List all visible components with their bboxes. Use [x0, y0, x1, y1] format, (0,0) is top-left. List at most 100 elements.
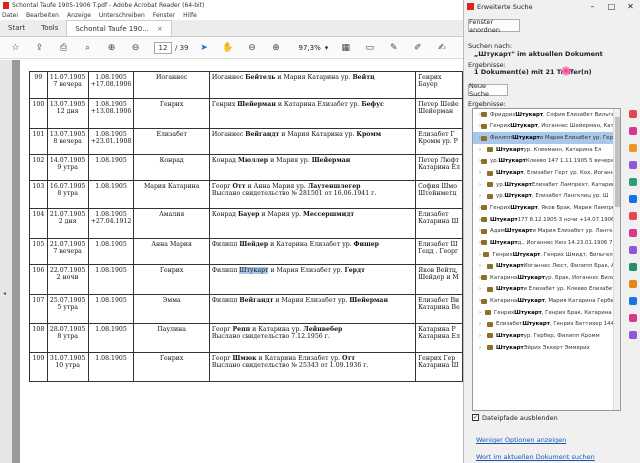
scroll-thumb[interactable]: [615, 117, 620, 207]
tab-document[interactable]: Schontal Taufe 190... ×: [66, 20, 172, 36]
tool-icon[interactable]: [629, 195, 637, 203]
search-result-item[interactable]: › Катарина Штукарт , Мария Катарина Гербе…: [473, 295, 620, 307]
parents: Конрад Мюллер и Мария ур. Шейерман: [208, 154, 417, 181]
arrange-windows-button[interactable]: Fenster anordnen: [468, 18, 520, 34]
pen-icon[interactable]: ✎: [388, 42, 399, 53]
tool-icon[interactable]: [629, 297, 637, 305]
document-viewport[interactable]: ◂ 99 11.07.1905 7 вечера 1.08.1905 +17.08.19…: [0, 60, 463, 463]
search-result-item[interactable]: › Катарина Штукарт ур. Брак, Иоганнес Вил…: [473, 272, 620, 284]
highlight-icon[interactable]: ✐: [412, 42, 423, 53]
tool-icon[interactable]: [629, 144, 637, 152]
baptism-date: 1.08.1905: [87, 238, 135, 265]
minimize-icon[interactable]: –: [583, 2, 602, 11]
tool-icon[interactable]: [629, 229, 637, 237]
sign-icon[interactable]: ✍: [436, 42, 447, 53]
search-result-item[interactable]: › Фридрих Штукарт, София Елизабет Вильгел…: [473, 109, 620, 121]
acrobat-icon: [467, 3, 474, 10]
tool-icon[interactable]: [629, 127, 637, 135]
search-result-item[interactable]: › Штукарт Эйрих Эккерт Эммерих: [473, 342, 620, 354]
results-list-label: Ergebnisse:: [468, 100, 506, 108]
search-result-item[interactable]: › Адам Штукарт и Мария Елизабет ур. Лангк…: [473, 225, 620, 237]
search-result-item[interactable]: › Штукарт д., Иоганнес Кюз 14.23.01.1906 …: [473, 237, 620, 249]
chevron-right-icon[interactable]: ›: [479, 345, 487, 351]
search-results-list[interactable]: › Фридрих Штукарт, София Елизабет Вильгел…: [472, 108, 621, 411]
tool-icon[interactable]: [629, 280, 637, 288]
tool-icon[interactable]: [629, 161, 637, 169]
select-cursor-icon[interactable]: ➤: [199, 42, 210, 53]
search-result-item[interactable]: › Штукарт, Елизабет Герт ур. Кох, Иоганн: [473, 167, 620, 179]
menu-anzeige[interactable]: Anzeige: [67, 12, 91, 19]
row-number: 105: [29, 238, 48, 265]
zoom-value[interactable]: 97,3%: [299, 44, 321, 52]
new-search-button[interactable]: Neue Suche: [468, 82, 508, 98]
search-result-item[interactable]: › ур. Штукарт, Елизабет Лангклиц ур. Ш: [473, 190, 620, 202]
chevron-right-icon[interactable]: ›: [479, 182, 487, 188]
zoom-control[interactable]: 97,3% ▾: [295, 44, 329, 52]
search-result-item[interactable]: › Генрих Штукарт, Генрих Брак, Катарина У…: [473, 307, 620, 319]
tool-icon[interactable]: [629, 263, 637, 271]
expand-panel-icon[interactable]: ◂: [3, 290, 6, 297]
search-result-item[interactable]: › Генрих Штукарт, Иоганнес Шейерман, Ката…: [473, 121, 620, 133]
chevron-right-icon[interactable]: ›: [479, 333, 487, 339]
menu-unterschreiben[interactable]: Unterschreiben: [99, 12, 145, 19]
menu-bearbeiten[interactable]: Bearbeiten: [26, 12, 59, 19]
close-icon[interactable]: ✕: [621, 2, 640, 11]
birth-date: 21.07.1905 7 вечера: [46, 238, 89, 265]
chevron-down-icon[interactable]: ▾: [325, 44, 329, 52]
search-result-item[interactable]: › Генрих Штукарт, Яков Брак, Мария Лампре…: [473, 202, 620, 214]
search-result-item[interactable]: › Штукарт и Елизабет ур. Клеево Елизабет: [473, 284, 620, 296]
print-icon[interactable]: ⎙: [58, 42, 69, 53]
birth-date: 13.07.1905 8 вечера: [46, 128, 89, 155]
fewer-options-link[interactable]: Weniger Optionen anzeigen: [476, 436, 566, 444]
search-result-item[interactable]: › Генрих Штукарт, Генрих Шмидт, Вильгельм: [473, 249, 620, 261]
row-number: 103: [29, 180, 48, 209]
child-name: Генрих: [133, 264, 210, 295]
page-number-input[interactable]: 12: [154, 41, 172, 54]
results-scrollbar[interactable]: [613, 109, 620, 410]
search-icon[interactable]: ⌕: [82, 42, 93, 53]
menu-datei[interactable]: Datei: [2, 12, 18, 19]
tool-icon[interactable]: [629, 110, 637, 118]
search-result-item[interactable]: › ур. Штукарт Елизабет Лампрехт, Катарина: [473, 179, 620, 191]
tool-icon[interactable]: [629, 314, 637, 322]
search-result-item[interactable]: › Штукарт ур. Клееманн, Катарина Ел: [473, 144, 620, 156]
search-result-item[interactable]: › Штукарт 177 8.12.1905 3 ночи +14.07.190…: [473, 214, 620, 226]
tab-close-icon[interactable]: ×: [157, 25, 163, 33]
page-down-icon[interactable]: ⊖: [130, 42, 141, 53]
chevron-right-icon[interactable]: ›: [479, 170, 487, 176]
chevron-right-icon[interactable]: ›: [479, 193, 487, 199]
tool-icon[interactable]: [629, 178, 637, 186]
window-title: Schontal Taufe 1905-1906 T.pdf - Adobe A…: [12, 1, 205, 9]
menu-fenster[interactable]: Fenster: [153, 12, 175, 19]
chevron-right-icon[interactable]: ›: [479, 286, 487, 292]
tab-tools[interactable]: Tools: [33, 20, 66, 36]
menu-hilfe[interactable]: Hilfe: [183, 12, 197, 19]
baptism-date: 1.08.1905 +13.08.1906: [87, 98, 135, 129]
search-result-item[interactable]: › ур. Штукарт Клеево 147 1.11.1905 5 вече…: [473, 156, 620, 168]
hide-paths-checkbox[interactable]: ✓: [472, 414, 479, 421]
star-icon[interactable]: ☆: [10, 42, 21, 53]
search-result-item[interactable]: › Филипп Штукарт и Мария Елизабет ур. Гер…: [473, 132, 620, 144]
tool-icon[interactable]: [629, 331, 637, 339]
search-result-item[interactable]: › Штукарт Иоганнес Люст, Филипп Брак, Ан: [473, 260, 620, 272]
zoom-in-icon[interactable]: ⊕: [271, 42, 282, 53]
chevron-right-icon[interactable]: ›: [479, 263, 487, 269]
upload-icon[interactable]: ⇪: [34, 42, 45, 53]
zoom-out-icon[interactable]: ⊖: [247, 42, 258, 53]
search-result-item[interactable]: › Елизабет Штукарт, Генрих Беттихер 144: [473, 319, 620, 331]
tool-icon[interactable]: [629, 212, 637, 220]
search-result-item[interactable]: › Штукарт ур. Гербер, Филипп Кромм: [473, 330, 620, 342]
find-word-link[interactable]: Wort im aktuellen Dokument suchen: [476, 453, 595, 461]
chevron-right-icon[interactable]: ›: [479, 147, 487, 153]
tool-icon[interactable]: [629, 246, 637, 254]
baptism-date: 1.08.1905: [87, 154, 135, 181]
tab-start[interactable]: Start: [0, 20, 33, 36]
fit-page-icon[interactable]: ▦: [340, 42, 351, 53]
hand-tool-icon[interactable]: ✋: [222, 42, 233, 53]
comment-icon[interactable]: ▭: [364, 42, 375, 53]
maximize-icon[interactable]: □: [602, 2, 621, 11]
page-up-icon[interactable]: ⊕: [106, 42, 117, 53]
chevron-right-icon[interactable]: ›: [479, 321, 487, 327]
page-navigator: 12 / 39: [154, 41, 189, 54]
acrobat-icon: [3, 1, 9, 9]
